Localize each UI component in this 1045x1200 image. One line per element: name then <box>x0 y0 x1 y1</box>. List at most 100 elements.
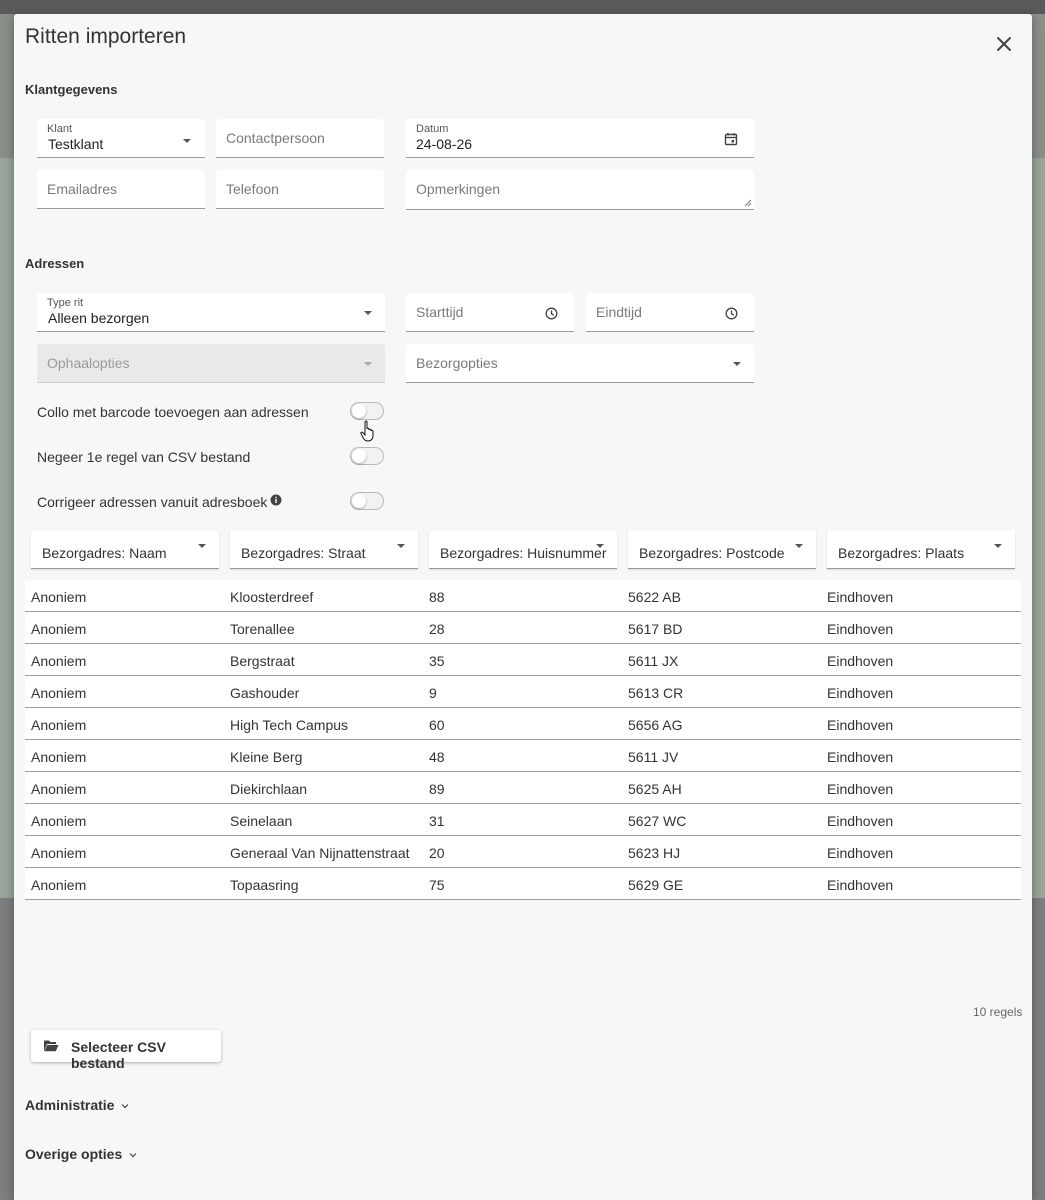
table-cell: Bergstraat <box>230 653 295 669</box>
table-cell: 5629 GE <box>628 877 684 893</box>
table-cell: High Tech Campus <box>230 717 349 733</box>
table-cell: Anoniem <box>31 749 87 765</box>
table-cell: Eindhoven <box>827 653 894 669</box>
table-cell: 5611 JX <box>628 653 679 669</box>
datum-label: Datum <box>416 123 449 135</box>
table-cell: 5656 AG <box>628 717 683 733</box>
table-cell: 9 <box>429 685 437 701</box>
table-cell: Anoniem <box>31 717 87 733</box>
chevron-down-icon <box>397 544 405 548</box>
table-cell: 20 <box>429 845 445 861</box>
folder-open-icon <box>44 1040 59 1052</box>
klant-value: Testklant <box>48 136 104 152</box>
table-cell: 5623 HJ <box>628 845 681 861</box>
contactpersoon-placeholder: Contactpersoon <box>226 130 325 146</box>
table-cell: 5613 CR <box>628 685 684 701</box>
table-cell: Eindhoven <box>827 589 894 605</box>
table-cell: Eindhoven <box>827 717 894 733</box>
section-toggle-overige-opties[interactable]: Overige opties <box>25 1146 137 1162</box>
table-cell: Diekirchlaan <box>230 781 308 797</box>
table-cell: Anoniem <box>31 845 87 861</box>
table-cell: Kloosterdreef <box>230 589 314 605</box>
opmerkingen-textarea[interactable]: Opmerkingen <box>406 170 754 210</box>
column-select-label: Bezorgadres: Huisnummer <box>440 545 607 561</box>
select-csv-button[interactable]: Selecteer CSV bestand <box>31 1030 221 1071</box>
column-select-straat[interactable]: Bezorgadres: Straat <box>230 530 418 569</box>
table-row: Anoniem Kleine Berg 48 5611 JV Eindhoven <box>25 740 1021 772</box>
klant-label: Klant <box>47 123 73 135</box>
table-row: Anoniem Torenallee 28 5617 BD Eindhoven <box>25 612 1021 644</box>
table-cell: 5625 AH <box>628 781 682 797</box>
column-select-plaats[interactable]: Bezorgadres: Plaats <box>827 530 1015 569</box>
telefoon-placeholder: Telefoon <box>226 181 279 197</box>
type-rit-value: Alleen bezorgen <box>48 310 150 326</box>
table-cell: 88 <box>429 589 445 605</box>
table-row: Anoniem Generaal Van Nijnattenstraat 20 562… <box>25 836 1021 868</box>
emailadres-input[interactable]: Emailadres <box>37 170 205 209</box>
table-cell: 60 <box>429 717 445 733</box>
clock-icon[interactable] <box>545 307 558 320</box>
table-cell: Eindhoven <box>827 621 894 637</box>
table-cell: Seinelaan <box>230 813 293 829</box>
column-select-huisnummer[interactable]: Bezorgadres: Huisnummer <box>429 530 617 569</box>
table-cell: Eindhoven <box>827 781 894 797</box>
table-cell: Eindhoven <box>827 845 894 861</box>
toggle-negeer-eerste-regel[interactable] <box>350 447 384 465</box>
csv-preview-table: Anoniem Kloosterdreef 88 5622 AB Eindhoven An… <box>25 580 1021 900</box>
chevron-down-icon <box>596 544 604 548</box>
ophaalopties-placeholder: Ophaalopties <box>47 355 130 371</box>
toggle-label-collo-barcode: Collo met barcode toevoegen aan adressen <box>37 404 309 420</box>
chevron-down-icon <box>994 544 1002 548</box>
contactpersoon-input[interactable]: Contactpersoon <box>216 119 384 158</box>
emailadres-placeholder: Emailadres <box>47 181 118 197</box>
table-cell: 89 <box>429 781 445 797</box>
table-cell: 31 <box>429 813 445 829</box>
bezorgopties-placeholder: Bezorgopties <box>416 355 498 371</box>
table-cell: 5611 JV <box>628 749 679 765</box>
chevron-down-icon <box>364 362 372 366</box>
close-button[interactable] <box>992 32 1016 56</box>
table-cell: Anoniem <box>31 685 87 701</box>
row-count: 10 regels <box>973 1005 1023 1019</box>
column-select-label: Bezorgadres: Postcode <box>639 545 785 561</box>
eindtijd-placeholder: Eindtijd <box>596 304 642 320</box>
bezorgopties-select[interactable]: Bezorgopties <box>406 344 754 383</box>
table-cell: Anoniem <box>31 813 87 829</box>
type-rit-select[interactable]: Type rit Alleen bezorgen <box>37 293 385 332</box>
starttijd-input[interactable]: Starttijd <box>406 293 574 332</box>
column-select-naam[interactable]: Bezorgadres: Naam <box>31 530 219 569</box>
section-toggle-administratie[interactable]: Administratie <box>25 1097 129 1113</box>
datum-input[interactable]: Datum 24-08-26 <box>406 119 754 158</box>
section-toggle-label: Administratie <box>25 1097 115 1113</box>
section-toggle-label: Overige opties <box>25 1146 123 1162</box>
eindtijd-input[interactable]: Eindtijd <box>586 293 754 332</box>
toggle-collo-barcode[interactable] <box>350 402 384 420</box>
table-cell: 35 <box>429 653 445 669</box>
ophaalopties-select: Ophaalopties <box>37 344 385 383</box>
toggle-corrigeer-adressen[interactable] <box>350 492 384 510</box>
table-cell: Anoniem <box>31 877 87 893</box>
column-select-label: Bezorgadres: Naam <box>42 545 167 561</box>
background-app-header <box>0 0 1045 14</box>
table-cell: Generaal Van Nijnattenstraat <box>230 845 410 861</box>
table-cell: Kleine Berg <box>230 749 303 765</box>
klant-select[interactable]: Klant Testklant <box>37 119 205 158</box>
datum-value: 24-08-26 <box>416 136 473 152</box>
calendar-icon[interactable] <box>724 132 738 146</box>
telefoon-input[interactable]: Telefoon <box>216 170 384 209</box>
toggle-label-negeer-eerste-regel: Negeer 1e regel van CSV bestand <box>37 449 251 465</box>
table-cell: Anoniem <box>31 589 87 605</box>
column-select-postcode[interactable]: Bezorgadres: Postcode <box>628 530 816 569</box>
table-row: Anoniem High Tech Campus 60 5656 AG Eindhove… <box>25 708 1021 740</box>
import-modal: Ritten importeren Klantgegevens Klant Te… <box>14 14 1032 1200</box>
table-cell: 75 <box>429 877 445 893</box>
resize-grip-icon[interactable] <box>744 199 752 207</box>
clock-icon[interactable] <box>725 307 738 320</box>
table-cell: Eindhoven <box>827 749 894 765</box>
starttijd-placeholder: Starttijd <box>416 304 464 320</box>
chevron-down-icon <box>364 311 372 315</box>
info-icon[interactable] <box>270 494 282 506</box>
chevron-down-icon <box>183 139 191 143</box>
table-cell: Topaasring <box>230 877 299 893</box>
column-select-label: Bezorgadres: Plaats <box>838 545 965 561</box>
